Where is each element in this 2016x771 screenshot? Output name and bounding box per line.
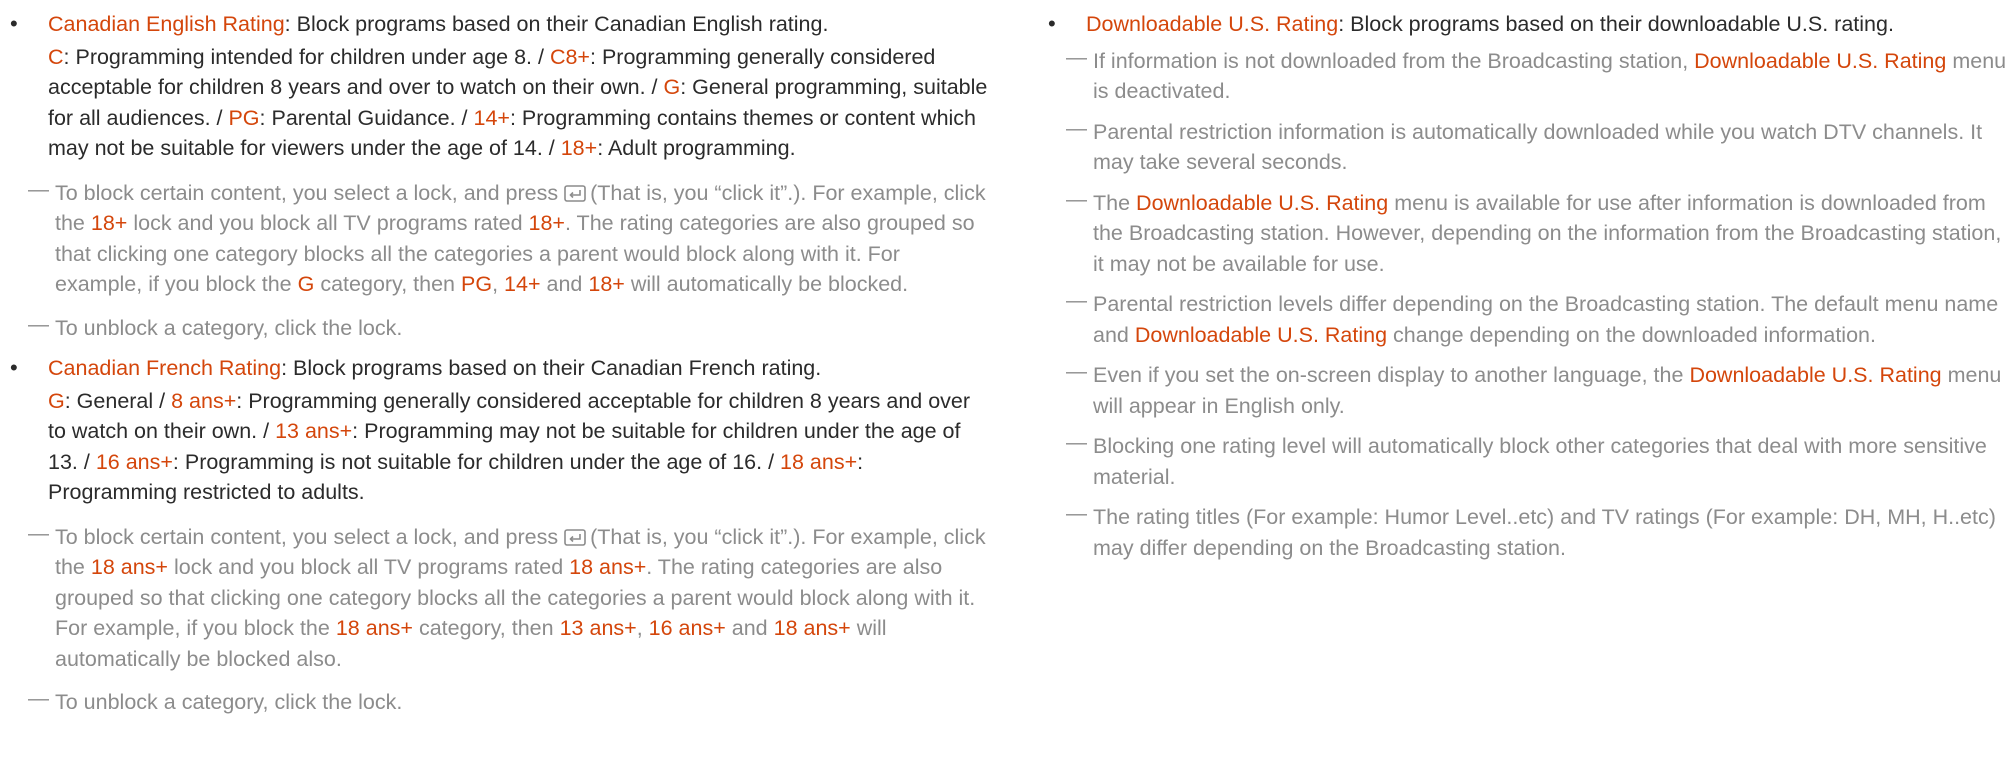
rating-text: : General /: [64, 388, 172, 413]
rating-code: C: [48, 44, 64, 69]
item-heading-line: Downloadable U.S. Rating: Block programs…: [1086, 9, 2016, 40]
enter-button-icon: [564, 180, 586, 202]
note-dash: —: [1066, 431, 1087, 454]
rating-text: : Parental Guidance. /: [259, 105, 474, 130]
language-note: — Even if you set the on-screen display …: [1066, 360, 2002, 418]
rating-code: 13 ans+: [275, 419, 353, 443]
rating-code: 8 ans+: [171, 388, 237, 413]
blocking-note: — Blocking one rating level will automat…: [1066, 431, 1987, 489]
note-dash: —: [28, 177, 49, 201]
rating-text: : Adult programming.: [597, 136, 796, 160]
canadian-french-rating-item: • Canadian French Rating: Block programs…: [0, 353, 990, 508]
note-dash: —: [1066, 502, 1087, 525]
right-column: • Downloadable U.S. Rating: Block progra…: [1038, 0, 2016, 563]
note-dash: —: [28, 312, 49, 336]
bullet-dot: •: [10, 11, 18, 36]
rating-code: 18+: [560, 136, 598, 160]
note-dash: —: [1066, 45, 1087, 69]
rating-code: C8+: [549, 44, 590, 69]
enter-button-icon: [564, 524, 586, 546]
auto-download-note: — Parental restriction information is au…: [1066, 116, 1983, 175]
note-dash: —: [1066, 116, 1087, 140]
french-lock-note: — To block certain content, you select a…: [28, 521, 986, 671]
item-title: Canadian French Rating: [48, 356, 282, 380]
left-column: • Canadian English Rating: Block program…: [0, 0, 990, 718]
item-description: : Block programs based on their download…: [1338, 12, 1894, 36]
bullet-dot: •: [1048, 11, 1056, 36]
item-title: Canadian English Rating: [48, 12, 285, 36]
restriction-levels-note: — Parental restriction levels differ dep…: [1066, 289, 1999, 347]
manual-page: • Canadian English Rating: Block program…: [0, 0, 2016, 771]
rating-code: G: [48, 388, 65, 413]
french-unblock-note: — To unblock a category, click the lock.: [28, 687, 403, 714]
availability-note: — The Downloadable U.S. Rating menu is a…: [1066, 187, 2002, 276]
note-dash: —: [1066, 187, 1087, 211]
rating-code: 18 ans+: [780, 449, 858, 474]
rating-text: : Programming intended for children unde…: [63, 44, 550, 69]
deactivated-note: — If information is not downloaded from …: [1066, 45, 2007, 104]
note-dash: —: [1066, 360, 1087, 383]
item-title: Downloadable U.S. Rating: [1086, 12, 1339, 36]
item-heading-line: Canadian French Rating: Block programs b…: [48, 353, 990, 384]
bullet-dot: •: [10, 355, 18, 380]
english-lock-note: — To block certain content, you select a…: [28, 177, 986, 297]
note-dash: —: [1066, 289, 1087, 312]
rating-code: 16 ans+: [95, 449, 173, 474]
note-dash: —: [28, 521, 49, 545]
rating-code: PG: [228, 105, 260, 130]
item-description: : Block programs based on their Canadian…: [284, 12, 829, 36]
rating-text: : Programming is not suitable for childr…: [172, 449, 781, 474]
canadian-english-rating-item: • Canadian English Rating: Block program…: [0, 9, 990, 164]
item-description: : Block programs based on their Canadian…: [281, 356, 822, 380]
rating-definitions: C: Programming intended for children und…: [48, 42, 990, 164]
item-heading-line: Canadian English Rating: Block programs …: [48, 9, 990, 40]
note-dash: —: [28, 687, 49, 710]
english-unblock-note: — To unblock a category, click the lock.: [28, 312, 403, 340]
rating-code: G: [663, 75, 681, 99]
rating-definitions: G: General / 8 ans+: Programming general…: [48, 386, 990, 508]
downloadable-us-rating-item: • Downloadable U.S. Rating: Block progra…: [1038, 9, 2016, 40]
rating-titles-note: — The rating titles (For example: Humor …: [1066, 502, 1996, 560]
rating-code: 14+: [473, 105, 510, 130]
